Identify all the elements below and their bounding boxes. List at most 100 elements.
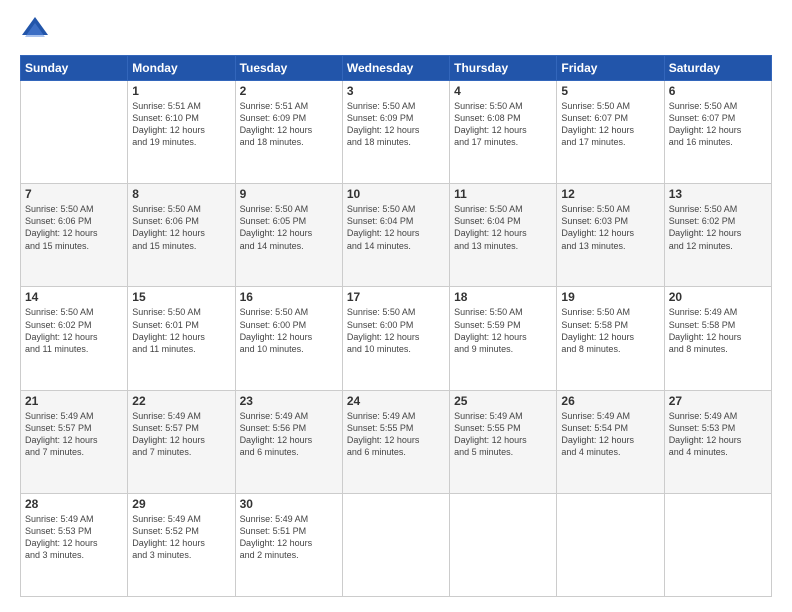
calendar-cell: 5 Sunrise: 5:50 AMSunset: 6:07 PMDaylight… [557, 81, 664, 184]
calendar-cell: 27 Sunrise: 5:49 AMSunset: 5:53 PMDayligh… [664, 390, 771, 493]
day-number: 5 [561, 84, 659, 98]
calendar-cell: 21 Sunrise: 5:49 AMSunset: 5:57 PMDayligh… [21, 390, 128, 493]
day-info: Sunrise: 5:50 AMSunset: 5:58 PMDaylight:… [561, 306, 659, 355]
day-number: 7 [25, 187, 123, 201]
day-number: 8 [132, 187, 230, 201]
week-row-1: 1 Sunrise: 5:51 AMSunset: 6:10 PMDaylight… [21, 81, 772, 184]
calendar-cell: 18 Sunrise: 5:50 AMSunset: 5:59 PMDayligh… [450, 287, 557, 390]
day-info: Sunrise: 5:50 AMSunset: 6:00 PMDaylight:… [347, 306, 445, 355]
day-info: Sunrise: 5:50 AMSunset: 6:06 PMDaylight:… [25, 203, 123, 252]
calendar-cell: 11Sunrise: 5:50 AMSunset: 6:04 PMDayligh… [450, 184, 557, 287]
calendar-cell: 22Sunrise: 5:49 AMSunset: 5:57 PMDayligh… [128, 390, 235, 493]
day-number: 1 [132, 84, 230, 98]
day-number: 13 [669, 187, 767, 201]
day-info: Sunrise: 5:51 AMSunset: 6:10 PMDaylight:… [132, 100, 230, 149]
day-number: 17 [347, 290, 445, 304]
day-info: Sunrise: 5:49 AMSunset: 5:56 PMDaylight:… [240, 410, 338, 459]
day-number: 18 [454, 290, 552, 304]
day-info: Sunrise: 5:50 AMSunset: 6:04 PMDaylight:… [347, 203, 445, 252]
day-number: 27 [669, 394, 767, 408]
day-number: 24 [347, 394, 445, 408]
day-info: Sunrise: 5:50 AMSunset: 6:02 PMDaylight:… [25, 306, 123, 355]
calendar-cell: 14 Sunrise: 5:50 AMSunset: 6:02 PMDayligh… [21, 287, 128, 390]
day-number: 12 [561, 187, 659, 201]
day-number: 6 [669, 84, 767, 98]
calendar-cell: 3 Sunrise: 5:50 AMSunset: 6:09 PMDaylight… [342, 81, 449, 184]
calendar-cell: 16Sunrise: 5:50 AMSunset: 6:00 PMDayligh… [235, 287, 342, 390]
day-number: 9 [240, 187, 338, 201]
day-number: 10 [347, 187, 445, 201]
week-row-3: 14 Sunrise: 5:50 AMSunset: 6:02 PMDayligh… [21, 287, 772, 390]
calendar-cell: 15Sunrise: 5:50 AMSunset: 6:01 PMDayligh… [128, 287, 235, 390]
week-row-4: 21 Sunrise: 5:49 AMSunset: 5:57 PMDayligh… [21, 390, 772, 493]
calendar-cell: 9 Sunrise: 5:50 AMSunset: 6:05 PMDaylight… [235, 184, 342, 287]
logo-icon [20, 15, 50, 45]
day-info: Sunrise: 5:49 AMSunset: 5:57 PMDaylight:… [25, 410, 123, 459]
week-row-2: 7 Sunrise: 5:50 AMSunset: 6:06 PMDaylight… [21, 184, 772, 287]
day-number: 3 [347, 84, 445, 98]
day-info: Sunrise: 5:51 AMSunset: 6:09 PMDaylight:… [240, 100, 338, 149]
day-number: 28 [25, 497, 123, 511]
calendar-cell: 4 Sunrise: 5:50 AMSunset: 6:08 PMDaylight… [450, 81, 557, 184]
calendar-cell [342, 493, 449, 596]
weekday-header-thursday: Thursday [450, 56, 557, 81]
day-number: 4 [454, 84, 552, 98]
day-number: 20 [669, 290, 767, 304]
day-number: 16 [240, 290, 338, 304]
weekday-header-sunday: Sunday [21, 56, 128, 81]
calendar-cell: 19 Sunrise: 5:50 AMSunset: 5:58 PMDayligh… [557, 287, 664, 390]
day-info: Sunrise: 5:49 AMSunset: 5:58 PMDaylight:… [669, 306, 767, 355]
header [20, 15, 772, 45]
calendar-cell: 12 Sunrise: 5:50 AMSunset: 6:03 PMDayligh… [557, 184, 664, 287]
calendar-cell: 10 Sunrise: 5:50 AMSunset: 6:04 PMDayligh… [342, 184, 449, 287]
day-info: Sunrise: 5:49 AMSunset: 5:53 PMDaylight:… [669, 410, 767, 459]
calendar-cell: 29 Sunrise: 5:49 AMSunset: 5:52 PMDayligh… [128, 493, 235, 596]
weekday-header-friday: Friday [557, 56, 664, 81]
day-number: 29 [132, 497, 230, 511]
day-number: 23 [240, 394, 338, 408]
day-info: Sunrise: 5:50 AMSunset: 6:09 PMDaylight:… [347, 100, 445, 149]
day-info: Sunrise: 5:50 AMSunset: 6:07 PMDaylight:… [561, 100, 659, 149]
calendar-table: SundayMondayTuesdayWednesdayThursdayFrid… [20, 55, 772, 597]
day-info: Sunrise: 5:50 AMSunset: 6:05 PMDaylight:… [240, 203, 338, 252]
weekday-header-monday: Monday [128, 56, 235, 81]
calendar-cell [664, 493, 771, 596]
day-number: 21 [25, 394, 123, 408]
calendar-cell: 30Sunrise: 5:49 AMSunset: 5:51 PMDayligh… [235, 493, 342, 596]
calendar-cell: 26Sunrise: 5:49 AMSunset: 5:54 PMDayligh… [557, 390, 664, 493]
calendar-cell: 8 Sunrise: 5:50 AMSunset: 6:06 PMDaylight… [128, 184, 235, 287]
day-info: Sunrise: 5:50 AMSunset: 6:02 PMDaylight:… [669, 203, 767, 252]
weekday-header-tuesday: Tuesday [235, 56, 342, 81]
day-info: Sunrise: 5:49 AMSunset: 5:52 PMDaylight:… [132, 513, 230, 562]
calendar-cell: 20 Sunrise: 5:49 AMSunset: 5:58 PMDayligh… [664, 287, 771, 390]
day-info: Sunrise: 5:50 AMSunset: 5:59 PMDaylight:… [454, 306, 552, 355]
day-info: Sunrise: 5:50 AMSunset: 6:08 PMDaylight:… [454, 100, 552, 149]
day-number: 22 [132, 394, 230, 408]
calendar-cell: 13 Sunrise: 5:50 AMSunset: 6:02 PMDayligh… [664, 184, 771, 287]
calendar-cell: 17 Sunrise: 5:50 AMSunset: 6:00 PMDayligh… [342, 287, 449, 390]
day-info: Sunrise: 5:50 AMSunset: 6:04 PMDaylight:… [454, 203, 552, 252]
calendar-cell: 6 Sunrise: 5:50 AMSunset: 6:07 PMDaylight… [664, 81, 771, 184]
weekday-header-wednesday: Wednesday [342, 56, 449, 81]
day-info: Sunrise: 5:49 AMSunset: 5:55 PMDaylight:… [347, 410, 445, 459]
day-info: Sunrise: 5:50 AMSunset: 6:07 PMDaylight:… [669, 100, 767, 149]
calendar-cell: 24 Sunrise: 5:49 AMSunset: 5:55 PMDayligh… [342, 390, 449, 493]
day-number: 19 [561, 290, 659, 304]
logo [20, 15, 54, 45]
calendar-cell [21, 81, 128, 184]
day-number: 30 [240, 497, 338, 511]
day-number: 26 [561, 394, 659, 408]
day-info: Sunrise: 5:49 AMSunset: 5:53 PMDaylight:… [25, 513, 123, 562]
day-number: 14 [25, 290, 123, 304]
day-info: Sunrise: 5:50 AMSunset: 6:06 PMDaylight:… [132, 203, 230, 252]
calendar-cell: 28 Sunrise: 5:49 AMSunset: 5:53 PMDayligh… [21, 493, 128, 596]
calendar-cell: 2Sunrise: 5:51 AMSunset: 6:09 PMDaylight… [235, 81, 342, 184]
calendar-cell: 1 Sunrise: 5:51 AMSunset: 6:10 PMDaylight… [128, 81, 235, 184]
page: SundayMondayTuesdayWednesdayThursdayFrid… [0, 0, 792, 612]
weekday-header-row: SundayMondayTuesdayWednesdayThursdayFrid… [21, 56, 772, 81]
day-info: Sunrise: 5:50 AMSunset: 6:03 PMDaylight:… [561, 203, 659, 252]
week-row-5: 28 Sunrise: 5:49 AMSunset: 5:53 PMDayligh… [21, 493, 772, 596]
calendar-cell [450, 493, 557, 596]
day-info: Sunrise: 5:49 AMSunset: 5:55 PMDaylight:… [454, 410, 552, 459]
calendar-cell: 23 Sunrise: 5:49 AMSunset: 5:56 PMDayligh… [235, 390, 342, 493]
